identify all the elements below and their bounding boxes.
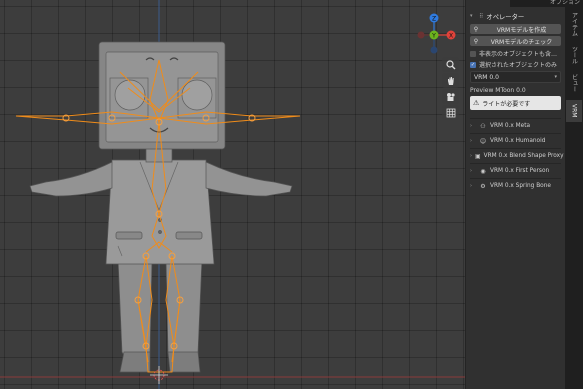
navigation-gizmo: Y X Z: [417, 13, 456, 54]
chevron-right-icon: ›: [470, 123, 472, 129]
operator-header-label: オペレーター: [486, 13, 525, 21]
panel-vrm-first-person[interactable]: › ◉ VRM 0.x First Person: [470, 163, 561, 178]
warning-icon: ⚠: [473, 99, 480, 107]
zoom-icon[interactable]: [442, 57, 459, 72]
scene-canvas[interactable]: Y X Z: [0, 0, 465, 389]
chevron-right-icon: ›: [470, 168, 472, 174]
camera-icon[interactable]: [442, 89, 459, 104]
checkbox-unchecked[interactable]: [470, 50, 476, 57]
hand-icon[interactable]: [442, 73, 459, 88]
operator-panel-header[interactable]: ▾ ⠿ オペレーター: [470, 10, 561, 22]
tab-item[interactable]: アイテム: [566, 10, 582, 38]
3d-viewport[interactable]: Y X Z: [0, 0, 465, 389]
search-icon: ⚲: [473, 37, 479, 45]
chevron-down-icon: ▾: [554, 74, 557, 80]
meta-icon: ⚇: [480, 122, 486, 130]
preview-mtoon-label: Preview MToon 0.0: [470, 87, 526, 94]
tab-view[interactable]: ビュー: [566, 72, 582, 94]
eye-icon: ◉: [480, 167, 486, 175]
panel-vrm-spring-bone[interactable]: › ⚙ VRM 0.x Spring Bone: [470, 178, 561, 193]
gizmo-z-label: Z: [432, 16, 436, 23]
blendshape-icon: ▣: [475, 152, 481, 160]
include-hidden-checkbox[interactable]: 非表示のオブジェクトも含…: [470, 48, 561, 59]
panel-vrm-humanoid[interactable]: › ☺ VRM 0.x Humanoid: [470, 133, 561, 148]
chevron-right-icon: ›: [470, 153, 472, 159]
panel-vrm-meta[interactable]: › ⚇ VRM 0.x Meta: [470, 118, 561, 133]
chevron-down-icon: ▾: [470, 13, 473, 19]
armature-icon: ⚲: [473, 25, 479, 33]
chevron-right-icon: ›: [470, 138, 472, 144]
3d-cursor: [150, 366, 168, 384]
blender-window: Y X Z オプション ▾ ⠿ オペレーター ⚲ VRMモデルを作成 ⚲ VRM…: [0, 0, 583, 389]
spring-bone-icon: ⚙: [480, 182, 486, 190]
tab-tool[interactable]: ツール: [566, 44, 582, 66]
chevron-right-icon: ›: [470, 183, 472, 189]
options-menu[interactable]: オプション: [510, 0, 583, 7]
checkbox-checked[interactable]: ✓: [470, 61, 476, 68]
humanoid-icon: ☺: [479, 137, 487, 145]
gizmo-y-label: Y: [431, 33, 436, 40]
selected-only-checkbox[interactable]: ✓ 選択されたオブジェクトのみ: [470, 59, 561, 70]
vrm-version-select[interactable]: VRM 0.0 ▾: [470, 71, 561, 83]
grid-icon[interactable]: [442, 105, 459, 120]
tab-vrm[interactable]: VRM: [566, 100, 582, 122]
panel-vrm-blend-shape-proxy[interactable]: › ▣ VRM 0.x Blend Shape Proxy: [470, 148, 564, 163]
create-vrm-model-button[interactable]: ⚲ VRMモデルを作成: [470, 24, 561, 34]
check-vrm-model-button[interactable]: ⚲ VRMモデルのチェック: [470, 36, 561, 46]
gizmo-x-label: X: [449, 33, 453, 40]
sidebar-panel: ▾ ⠿ オペレーター ⚲ VRMモデルを作成 ⚲ VRMモデルのチェック 非表示…: [465, 0, 565, 389]
sidebar-tabs: アイテム ツール ビュー VRM: [565, 0, 583, 389]
drag-handle-icon[interactable]: ⠿: [479, 13, 483, 20]
light-warning-box: ⚠ ライトが必要です: [470, 96, 561, 110]
